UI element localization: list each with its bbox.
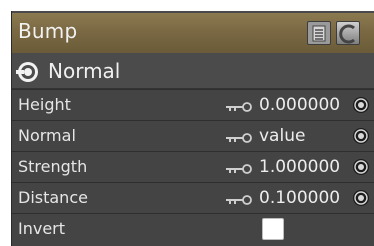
key-icon[interactable]: [225, 195, 253, 205]
param-value[interactable]: 0.100000: [259, 188, 340, 208]
connector-icon[interactable]: [352, 158, 370, 176]
param-label: Height: [18, 95, 71, 114]
connector-icon[interactable]: [352, 127, 370, 145]
list-icon[interactable]: [307, 21, 331, 45]
output-section: Normal: [12, 53, 374, 89]
node-header[interactable]: Bump: [12, 11, 374, 53]
preview-icon[interactable]: [336, 21, 360, 45]
param-row-invert: Invert: [12, 213, 374, 246]
param-value[interactable]: 1.000000: [259, 157, 340, 177]
param-label: Invert: [18, 219, 66, 238]
connector-icon[interactable]: [352, 189, 370, 207]
param-label: Strength: [18, 157, 88, 176]
param-label: Normal: [18, 126, 76, 145]
connector-icon[interactable]: [352, 96, 370, 114]
node-title: Bump: [18, 19, 78, 43]
param-value[interactable]: value: [259, 126, 305, 146]
bump-node: Bump Normal Height 0.000000 Normal value…: [11, 11, 374, 246]
key-icon[interactable]: [225, 102, 253, 112]
key-icon[interactable]: [225, 133, 253, 143]
output-title: Normal: [48, 59, 121, 83]
key-icon[interactable]: [225, 164, 253, 174]
output-connector-icon[interactable]: [16, 60, 40, 84]
param-row-height: Height 0.000000: [12, 89, 374, 120]
param-value[interactable]: 0.000000: [259, 95, 340, 115]
invert-checkbox[interactable]: [262, 218, 284, 240]
param-row-strength: Strength 1.000000: [12, 151, 374, 182]
param-row-normal: Normal value: [12, 120, 374, 151]
param-row-distance: Distance 0.100000: [12, 182, 374, 213]
param-label: Distance: [18, 188, 88, 207]
